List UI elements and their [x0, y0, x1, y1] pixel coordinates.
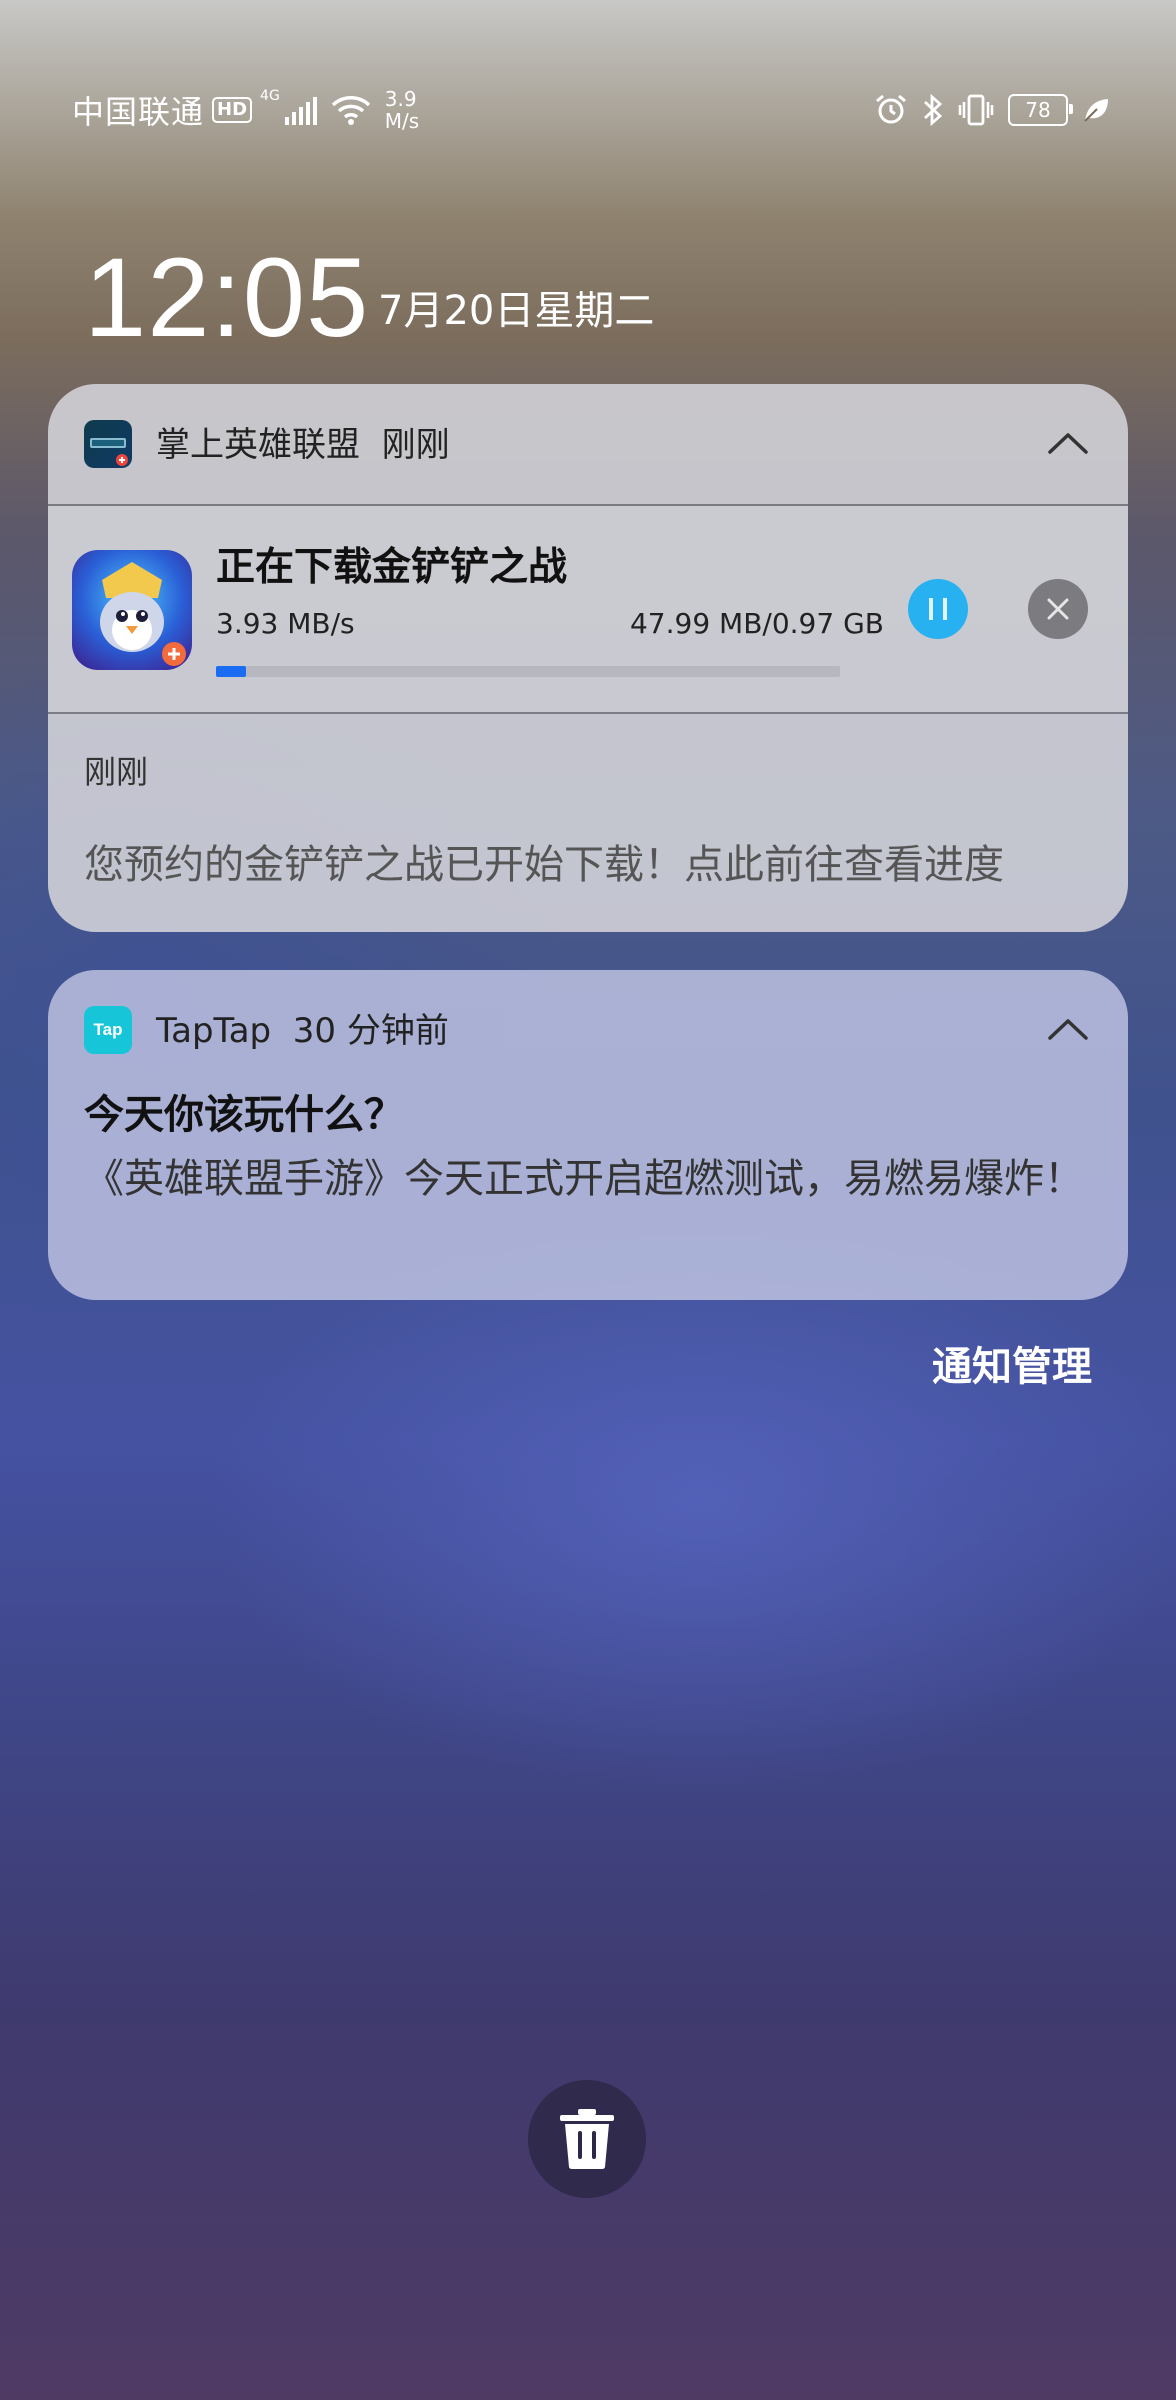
- app-name-text: TapTap: [156, 1011, 272, 1051]
- manage-notifications-button[interactable]: 通知管理: [932, 1340, 1092, 1394]
- pause-icon-bar: [943, 598, 947, 620]
- app-name-text: 掌上英雄联盟: [156, 425, 360, 465]
- notification-card-taptap[interactable]: Tap TapTap 30 分钟前 今天你该玩什么？ 《英雄联盟手游》今天正式开…: [48, 970, 1128, 1300]
- pause-icon: [929, 598, 933, 620]
- wifi-icon: [331, 96, 371, 125]
- notification-title: 今天你该玩什么？: [84, 1092, 404, 1138]
- alarm-icon: [876, 94, 906, 124]
- network-type: 4G: [260, 88, 280, 104]
- carrier-name: 中国联通: [72, 93, 205, 131]
- notification-time: 30 分钟前: [292, 1011, 449, 1051]
- download-progress-row[interactable]: 正在下载金铲铲之战 3.93 MB/s 47.99 MB/0.97 GB: [48, 506, 1128, 714]
- vibrate-icon: [958, 94, 994, 126]
- network-speed: 3.9 M/s: [385, 88, 419, 132]
- lockscreen-date: 7月20日星期二: [378, 288, 655, 334]
- notification-body[interactable]: 《英雄联盟手游》今天正式开启超燃测试，易燃易爆炸！: [84, 1152, 1094, 1206]
- status-bar-right: 78: [874, 86, 1110, 134]
- download-progress-bar: [216, 666, 840, 677]
- network-speed-value: 3.9: [384, 87, 417, 111]
- taptap-app-icon: Tap: [84, 1006, 132, 1054]
- clear-notifications-button[interactable]: [528, 2080, 646, 2198]
- chevron-up-icon[interactable]: [1046, 424, 1090, 464]
- close-icon: [1047, 598, 1069, 620]
- notification-time: 刚刚: [381, 425, 450, 465]
- bluetooth-icon: [924, 93, 943, 127]
- status-bar-left: 中国联通 HD 4G 3.9 M/s: [72, 82, 419, 138]
- download-speed: 3.93 MB/s: [216, 607, 355, 640]
- battery-level: 78: [1025, 98, 1051, 122]
- hd-badge: HD: [212, 97, 253, 123]
- battery-icon: 78: [1008, 94, 1073, 126]
- notification-app-name: TapTap 30 分钟前: [156, 1008, 449, 1054]
- download-progress-fill: [216, 666, 246, 677]
- notification-header[interactable]: 掌上英雄联盟 刚刚: [48, 384, 1128, 504]
- cancel-download-button[interactable]: [1028, 579, 1088, 639]
- signal-icon: [282, 95, 317, 125]
- eco-leaf-icon: [1084, 99, 1108, 122]
- lockscreen-clock: 12:05: [84, 235, 370, 360]
- notification-card-lol[interactable]: 掌上英雄联盟 刚刚 正在下载金铲铲之战 3.93 MB/s 47.99 MB/0…: [48, 384, 1128, 932]
- download-title: 正在下载金铲铲之战: [216, 545, 568, 590]
- network-speed-unit: M/s: [384, 109, 420, 133]
- tft-game-icon: [72, 550, 192, 670]
- divider: [48, 712, 1128, 714]
- download-size: 47.99 MB/0.97 GB: [629, 607, 884, 640]
- notification-body[interactable]: 您预约的金铲铲之战已开始下载！点此前往查看进度: [84, 838, 1004, 892]
- notification-app-name: 掌上英雄联盟 刚刚: [156, 422, 450, 468]
- pause-download-button[interactable]: [908, 579, 968, 639]
- lol-app-icon: [84, 420, 132, 468]
- trash-icon: [560, 2109, 614, 2169]
- notification-sub-time: 刚刚: [84, 753, 149, 791]
- notification-header[interactable]: Tap TapTap 30 分钟前: [48, 970, 1128, 1090]
- taptap-icon-text: Tap: [93, 1020, 123, 1039]
- chevron-up-icon[interactable]: [1046, 1010, 1090, 1050]
